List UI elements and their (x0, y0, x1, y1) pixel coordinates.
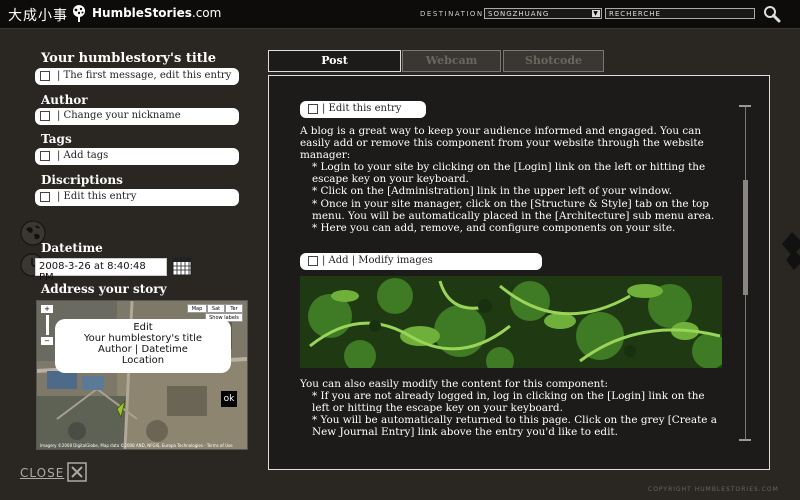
destination-label: DESTINATION (420, 10, 484, 18)
checkbox[interactable] (308, 256, 318, 266)
calendar-icon[interactable] (172, 256, 192, 276)
bullet-item: * You will be automatically returned to … (312, 414, 717, 439)
post-body-outro: You can also easily modify the content f… (300, 378, 720, 438)
map-zoom-controls[interactable]: + − (41, 305, 53, 345)
chevron-down-icon: ▼ (592, 10, 600, 17)
bullet-item: * Login to your site by clicking on the … (312, 161, 706, 186)
datetime-input[interactable]: 2008-3-26 at 8:40:48 PM (35, 258, 167, 283)
outro-paragraph: You can also easily modify the content f… (300, 378, 609, 390)
map-copyright: Imagery ©2008 DigitalGlobe, Map data ©20… (40, 443, 233, 448)
edit-entry-field[interactable]: | Edit this entry (300, 101, 426, 118)
intro-paragraph: A blog is a great way to keep your audie… (300, 125, 704, 162)
map-info-bubble: Edit Your humblestory's title Author | D… (55, 319, 231, 373)
post-image (300, 276, 722, 368)
tree-logo-icon (73, 5, 85, 22)
close-link[interactable]: CLOSE (20, 466, 64, 480)
bullet-item: * Here you can add, remove, and configur… (312, 221, 676, 234)
bubble-title: Your humblestory's title (83, 333, 203, 344)
checkbox[interactable] (40, 111, 50, 121)
map-type-ter-button[interactable]: Ter (225, 304, 243, 313)
logo-chinese-text: 大成小事 (8, 8, 68, 24)
descriptions-field[interactable]: | Edit this entry (35, 189, 239, 206)
destination-select[interactable]: SONGZHUANG ▼ (484, 8, 602, 19)
bubble-location: Location (121, 355, 165, 366)
checkbox[interactable] (308, 104, 318, 114)
bubble-author-datetime: Author | Datetime (98, 344, 188, 355)
scrollbar-thumb[interactable] (743, 180, 748, 295)
zoom-out-icon[interactable]: − (41, 337, 53, 345)
bubble-edit-link[interactable]: Edit (55, 322, 231, 333)
scrollbar-top-cap (739, 105, 751, 107)
address-label: Address your story (41, 282, 167, 296)
search-input[interactable]: RECHERCHE (605, 8, 755, 19)
bullet-item: * If you are not already logged in, log … (312, 390, 705, 415)
post-body-intro: A blog is a great way to keep your audie… (300, 125, 720, 234)
tags-label: Tags (41, 132, 72, 146)
vegetables-photo (300, 276, 722, 368)
checkbox[interactable] (40, 71, 50, 81)
nav-arrow-icon[interactable] (782, 232, 800, 272)
logo-wordmark[interactable]: HumbleStories.com (92, 6, 221, 20)
checkbox[interactable] (40, 192, 50, 202)
location-map[interactable]: + − Map Sat Ter Show labels Edit Your hu… (36, 300, 248, 450)
bullet-item: * Once in your site manager, click on th… (312, 197, 715, 222)
map-type-sat-button[interactable]: Sat (207, 304, 225, 313)
tab-shotcode[interactable]: Shotcode (503, 50, 604, 72)
tab-post[interactable]: Post (268, 50, 401, 72)
datetime-label: Datetime (41, 241, 103, 255)
story-title-field[interactable]: | The first message, edit this entry (35, 68, 239, 85)
modify-images-field[interactable]: | Add | Modify images (300, 253, 542, 270)
story-title-label: Your humblestory's title (41, 51, 216, 66)
bullet-item: * Click on the [Administration] link in … (312, 185, 673, 198)
map-ok-button[interactable]: ok (221, 391, 237, 407)
footer-copyright: COPYRIGHT HUMBLESTORIES.COM (648, 486, 779, 493)
descriptions-label: Discriptions (41, 173, 123, 187)
close-icon[interactable] (67, 462, 87, 482)
map-type-map-button[interactable]: Map (187, 304, 207, 313)
search-icon[interactable] (763, 5, 781, 23)
author-label: Author (41, 93, 88, 107)
zoom-in-icon[interactable]: + (41, 305, 53, 313)
checkbox[interactable] (40, 151, 50, 161)
top-bar: 大成小事 HumbleStories.com DESTINATION SONGZ… (0, 0, 800, 29)
post-panel: | Edit this entry A blog is a great way … (268, 75, 770, 470)
author-field[interactable]: | Change your nickname (35, 108, 239, 125)
tab-webcam[interactable]: Webcam (402, 50, 501, 72)
tags-field[interactable]: | Add tags (35, 148, 239, 165)
scrollbar-bottom-cap (739, 439, 751, 441)
zoom-slider[interactable] (45, 315, 49, 335)
